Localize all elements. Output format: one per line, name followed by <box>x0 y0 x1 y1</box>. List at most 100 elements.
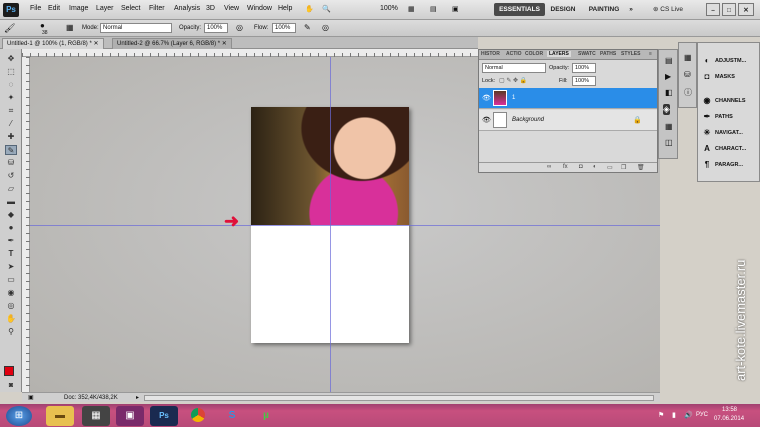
link-layers-icon[interactable]: ∞ <box>547 164 551 170</box>
brush-preset-icon[interactable]: ● <box>40 21 45 30</box>
gradient-tool-icon[interactable]: ▬ <box>5 197 17 207</box>
new-group-icon[interactable]: ▭ <box>607 164 613 171</box>
skype-taskbar-icon[interactable]: S <box>218 406 246 426</box>
minimize-button[interactable]: – <box>706 3 720 16</box>
foreground-color-swatch[interactable] <box>4 366 14 376</box>
start-button[interactable]: ⊞ <box>6 406 32 426</box>
explorer-taskbar-icon[interactable]: ▬ <box>46 406 74 426</box>
info-panel-icon[interactable]: ⓘ <box>684 87 692 98</box>
view-extras-icon[interactable]: ▦ <box>408 5 415 13</box>
status-menu-icon[interactable]: ▸ <box>136 393 139 403</box>
path-select-tool-icon[interactable]: ➤ <box>5 262 17 272</box>
layer-opacity-field[interactable]: 100% <box>572 63 596 73</box>
clock-date[interactable]: 07.06.2014 <box>714 416 744 422</box>
tab-layers[interactable]: LAYERS <box>547 51 571 57</box>
brush-panel-icon[interactable]: ▦ <box>66 23 74 32</box>
cs-live-button[interactable]: ⊛ CS Live <box>648 3 688 16</box>
clone-stamp-tool-icon[interactable]: ⛁ <box>5 158 17 168</box>
brush-size[interactable]: 38 <box>42 30 48 36</box>
move-tool-icon[interactable]: ✥ <box>5 54 17 64</box>
workspace-painting[interactable]: PAINTING <box>586 3 622 16</box>
tab-paths[interactable]: PATHS <box>600 51 616 57</box>
3d-rotate-tool-icon[interactable]: ◉ <box>5 288 17 298</box>
zoom-level[interactable]: 100% <box>380 5 398 12</box>
media-app-taskbar-icon[interactable]: ▦ <box>82 406 110 426</box>
adjustment-layer-icon[interactable]: ◐ <box>593 164 597 170</box>
lasso-tool-icon[interactable]: ◌ <box>5 80 17 90</box>
layers-panel-icon[interactable]: ◈ <box>663 104 670 115</box>
layer-row-1[interactable]: 👁 1 <box>479 88 657 109</box>
history-brush-tool-icon[interactable]: ↺ <box>5 171 17 181</box>
3d-orbit-tool-icon[interactable]: ◎ <box>5 301 17 311</box>
more-workspaces[interactable]: » <box>626 3 636 16</box>
flow-field[interactable]: 100% <box>272 23 296 33</box>
swatches-panel-icon[interactable]: ▦ <box>665 122 673 131</box>
menu-window[interactable]: Window <box>247 5 272 12</box>
type-tool-icon[interactable]: T <box>5 249 17 259</box>
channels-panel-item[interactable]: ◉ CHANNELS <box>698 93 759 109</box>
tab-color[interactable]: COLOR <box>525 51 543 57</box>
eye-icon[interactable]: 👁 <box>482 94 491 102</box>
workspace-essentials[interactable]: ESSENTIALS <box>494 3 545 16</box>
menu-select[interactable]: Select <box>121 5 140 12</box>
crop-tool-icon[interactable]: ⌗ <box>5 106 17 116</box>
menu-view[interactable]: View <box>224 5 239 12</box>
styles-panel-icon[interactable]: ◫ <box>665 138 673 147</box>
add-mask-icon[interactable]: ◘ <box>579 164 583 170</box>
blend-mode-select[interactable]: Normal <box>482 63 546 73</box>
ruler-left[interactable] <box>22 57 30 392</box>
doc-size-status[interactable]: Doc: 352,4K/438,2K <box>64 393 118 403</box>
clock-time[interactable]: 13:58 <box>722 407 737 413</box>
vertical-guide[interactable] <box>330 57 331 392</box>
doc-tab-untitled-1[interactable]: Untitled-1 @ 100% (1, RGB/8) * ✕ <box>2 38 104 49</box>
tab-actions[interactable]: ACTIO <box>506 51 522 57</box>
hand-tool-icon[interactable]: ✋ <box>5 314 17 324</box>
quick-mask-icon[interactable]: ◙ <box>5 381 17 391</box>
pressure-size-icon[interactable]: ◎ <box>322 23 329 32</box>
tray-flag-icon[interactable]: ⚑ <box>658 411 664 419</box>
close-button[interactable]: ✕ <box>738 3 754 16</box>
zoom-tool-icon[interactable]: 🔍 <box>322 5 331 13</box>
brush-tool-icon[interactable]: ✎ <box>5 145 17 155</box>
quick-select-tool-icon[interactable]: ✦ <box>5 93 17 103</box>
arrange-documents-icon[interactable]: ▤ <box>430 5 437 13</box>
eyedropper-tool-icon[interactable]: ⁄ <box>5 119 17 129</box>
layer-row-background[interactable]: 👁 Background 🔒 <box>479 110 657 131</box>
language-indicator[interactable]: РУС <box>696 412 708 418</box>
doc-tab-untitled-2[interactable]: Untitled-2 @ 66.7% (Layer 6, RGB/8) * ✕ <box>112 38 232 49</box>
adjustments-panel-item[interactable]: ◐ ADJUSTM... <box>698 53 759 69</box>
menu-3d[interactable]: 3D <box>206 5 215 12</box>
eye-icon[interactable]: 👁 <box>482 116 491 124</box>
pressure-opacity-icon[interactable]: ◎ <box>236 23 243 32</box>
hand-icon[interactable]: ✋ <box>305 5 314 13</box>
menu-help[interactable]: Help <box>278 5 292 12</box>
character-panel-item[interactable]: A CHARACT... <box>698 141 759 157</box>
new-layer-icon[interactable]: ❐ <box>621 164 626 171</box>
menu-filter[interactable]: Filter <box>149 5 165 12</box>
menu-layer[interactable]: Layer <box>96 5 114 12</box>
layer-style-icon[interactable]: fx <box>563 164 568 170</box>
paragraph-panel-item[interactable]: ¶ PARAGR... <box>698 157 759 173</box>
clone-source-panel-icon[interactable]: ⛁ <box>684 70 691 79</box>
ruler-top[interactable] <box>22 49 478 57</box>
marquee-tool-icon[interactable]: ⬚ <box>5 67 17 77</box>
tab-swatches[interactable]: SWATC <box>578 51 596 57</box>
masks-panel-item[interactable]: ◘ MASKS <box>698 69 759 85</box>
menu-edit[interactable]: Edit <box>48 5 60 12</box>
tab-styles[interactable]: STYLES <box>621 51 640 57</box>
eraser-tool-icon[interactable]: ▱ <box>5 184 17 194</box>
layer-name[interactable]: Background <box>512 117 544 123</box>
screen-mode-icon[interactable]: ▣ <box>452 5 459 13</box>
opacity-field[interactable]: 100% <box>204 23 228 33</box>
utorrent-taskbar-icon[interactable]: µ <box>252 406 280 426</box>
dodge-tool-icon[interactable]: ● <box>5 223 17 233</box>
app-taskbar-icon[interactable]: ▣ <box>116 406 144 426</box>
history-panel-icon[interactable]: ▤ <box>665 56 673 65</box>
pen-tool-icon[interactable]: ✒ <box>5 236 17 246</box>
brush-tool-icon[interactable]: 🖌 <box>4 23 15 34</box>
menu-file[interactable]: File <box>30 5 41 12</box>
panel-menu-icon[interactable]: ≡ <box>649 51 652 57</box>
layer-name[interactable]: 1 <box>512 95 515 101</box>
delete-layer-icon[interactable]: 🗑 <box>637 164 645 171</box>
healing-tool-icon[interactable]: ✚ <box>5 132 17 142</box>
